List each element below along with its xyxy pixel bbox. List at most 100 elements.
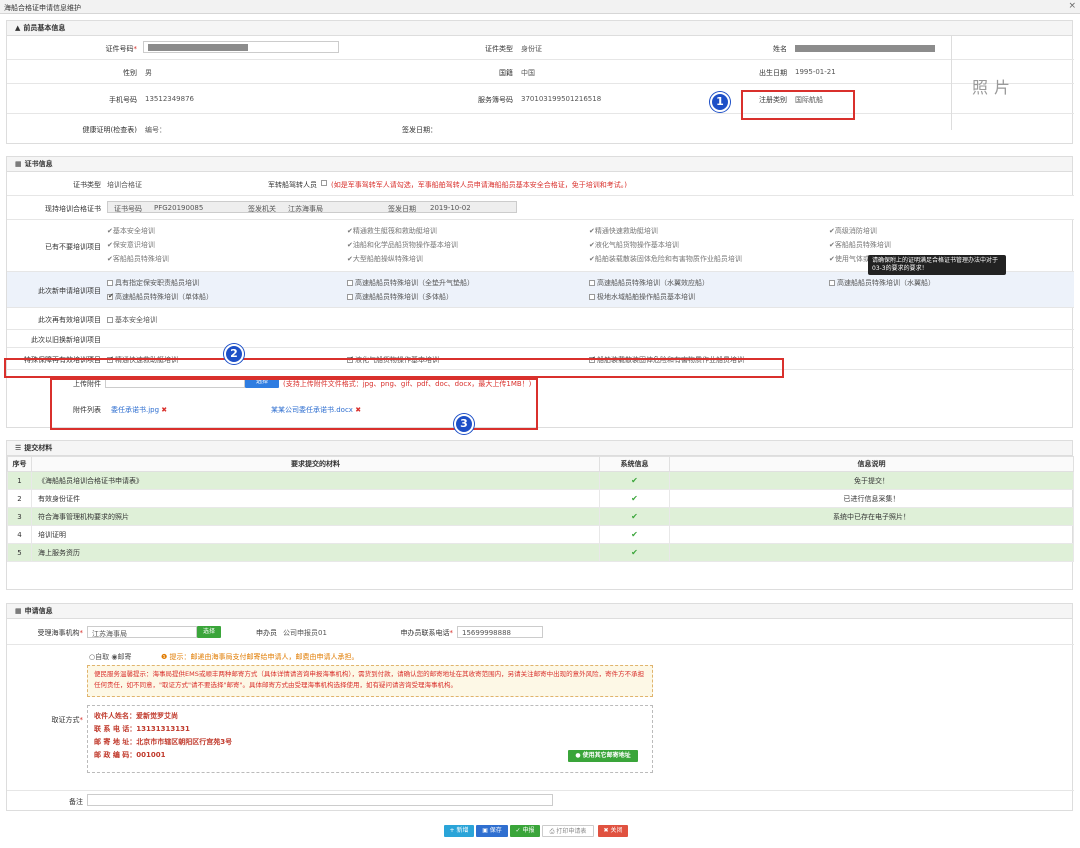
materials-panel: ☰ 提交材料 序号 要求提交的材料 系统信息 信息说明 1 《海船船员培训合格证书申… [6, 440, 1074, 590]
exempt-item: ✔大型船舶操纵特殊培训 [347, 255, 423, 263]
action-bar: + 新增 ▣ 保存 ✓ 申报 ⎙ 打印申请表 ✖ 关闭 [444, 825, 684, 838]
agent-phone-input[interactable]: 15699998888 [457, 626, 543, 638]
id-number-input[interactable] [143, 41, 339, 53]
close-icon[interactable]: × [1068, 1, 1076, 11]
materials-table: 序号 要求提交的材料 系统信息 信息说明 1 《海船船员培训合格证书申请表》 ✔ 免于… [7, 456, 1074, 562]
row-gender: 性别 男 国籍 中国 出生日期 1995-01-21 [7, 60, 1074, 84]
table-cell: 2 [7, 489, 32, 508]
new-item-checkbox[interactable] [589, 294, 595, 300]
table-cell: 《海船船员培训合格证书申请表》 [31, 471, 600, 490]
window-titlebar: 海船合格证申请信息维护 × [0, 0, 1080, 14]
table-cell: ✔ [599, 489, 670, 508]
table-cell: 有效身份证件 [31, 489, 600, 508]
window-title: 海船合格证申请信息维护 [4, 4, 81, 12]
step-badge-3: 3 [454, 414, 474, 434]
table-row: 1 《海船船员培训合格证书申请表》 ✔ 免于提交！ [7, 471, 1074, 490]
org-input[interactable]: 江苏海事局 [87, 626, 197, 638]
transfer-checkbox[interactable] [321, 180, 327, 186]
table-cell: ✔ [599, 507, 670, 526]
table-cell: 免于提交！ [669, 471, 1074, 490]
row-health: 健康证明(检查表) 编号： 签发日期： [82, 126, 437, 134]
new-item-checkbox[interactable] [347, 294, 353, 300]
table-row: 4 培训证明 ✔ [7, 525, 1074, 544]
tooltip: 请确保附上的证明满足合格证书管理办法中对于03-3的要求的要求！ [868, 255, 1006, 275]
step-badge-1: 1 [710, 92, 730, 112]
name-redacted [795, 45, 935, 52]
exempt-item: ✔精通快速救助艇培训 [589, 227, 658, 235]
new-item[interactable]: 高速船船员特殊培训（全垫升气垫船） [347, 278, 474, 288]
table-cell: 系统中已存在电子照片！ [669, 507, 1074, 526]
new-item-checkbox[interactable] [589, 280, 595, 286]
table-row: 3 符合海事管理机构要求的照片 ✔ 系统中已存在电子照片！ [7, 507, 1074, 526]
user-icon: ▲ [15, 24, 21, 32]
row-phone: 手机号码 13512349876 服务簿号码 37010319950121651… [7, 84, 1074, 114]
basic-info-header: ▲ 前员基本信息 [7, 21, 1072, 36]
org-choose-button[interactable]: 选择 [197, 626, 221, 638]
add-button[interactable]: + 新增 [444, 825, 474, 837]
new-item[interactable]: 高速船船员特殊培训（多体船） [347, 292, 453, 302]
apply-button[interactable]: ✓ 申报 [510, 825, 540, 837]
remark-input[interactable] [87, 794, 553, 806]
table-cell [669, 543, 1074, 562]
new-item-checkbox[interactable] [829, 280, 835, 286]
certificate-icon: ▦ [15, 160, 22, 168]
new-item[interactable]: 高速船船员特殊培训（水翼船） [829, 278, 935, 288]
table-cell: ✔ [599, 543, 670, 562]
table-cell: 符合海事管理机构要求的照片 [31, 507, 600, 526]
highlight-box-1 [741, 90, 855, 120]
mail-notice: 便民服务温馨提示：海事局提供EMS或顺丰两种邮寄方式（具体详情请咨询申报海事机构… [87, 665, 653, 697]
table-cell: 4 [7, 525, 32, 544]
save-button[interactable]: ▣ 保存 [476, 825, 508, 837]
table-cell: 海上服务资历 [31, 543, 600, 562]
new-item-checkbox[interactable] [347, 280, 353, 286]
close-button[interactable]: ✖ 关闭 [598, 825, 628, 837]
exempt-item: ✔高级消防培训 [829, 227, 877, 235]
table-cell [669, 525, 1074, 544]
new-item[interactable]: 高速船船员特殊培训（单体船） [107, 292, 213, 302]
table-cell: 已进行信息采集！ [669, 489, 1074, 508]
new-item[interactable]: 高速船船员特殊培训（水翼效应船） [589, 278, 709, 288]
table-row: 2 有效身份证件 ✔ 已进行信息采集！ [7, 489, 1074, 508]
row-old: 此次以旧换新培训项目 [7, 330, 1074, 348]
table-row: 5 海上服务资历 ✔ [7, 543, 1074, 562]
print-button[interactable]: ⎙ 打印申请表 [542, 825, 594, 837]
new-item-checkbox[interactable] [107, 292, 114, 300]
new-item[interactable]: 具有指定保安职责船员培训 [107, 278, 199, 288]
table-cell: ✔ [599, 525, 670, 544]
exempt-item: ✔客船船员特殊培训 [107, 255, 169, 263]
form-icon: ▦ [15, 607, 22, 615]
table-cell: 1 [7, 471, 32, 490]
new-item-checkbox[interactable] [107, 280, 113, 286]
print-icon: ⎙ [549, 828, 555, 835]
other-address-button[interactable]: ● 使用其它邮寄地址 [568, 750, 638, 762]
row-renew: 此次再有效培训项目 基本安全培训 [7, 308, 1074, 330]
new-item[interactable]: 极地水域船舶操作船员基本培训 [589, 292, 695, 302]
exempt-item: ✔基本安全培训 [107, 227, 155, 235]
row-new: 此次新申请培训项目 具有指定保安职责船员培训 高速船船员特殊培训（全垫升气垫船）高… [7, 272, 1074, 308]
apply-panel: ▦ 申请信息 受理海事机构* 江苏海事局 选择 申办员 公司申报员01 申办员联系… [6, 603, 1074, 811]
cert-info-header: ▦ 证书信息 [7, 157, 1072, 172]
basic-info-panel: ▲ 前员基本信息 证件号码* 证件类型 身份证 姓名 性别 男 国籍 中国 出生日… [6, 20, 1074, 144]
address-card: 收件人姓名：爱新觉罗艾尚 联 系 电 话：13131313131 邮 寄 地 址… [87, 705, 653, 773]
location-icon: ● [575, 752, 581, 759]
row-cert-type: 证书类型 培训合格证 军转船驾转人员 (如是军事驾转军人请勾选，军事船舶驾转人员… [7, 172, 1074, 196]
apply-header: ▦ 申请信息 [7, 604, 1072, 619]
list-icon: ☰ [15, 444, 22, 452]
materials-header: ☰ 提交材料 [7, 441, 1072, 456]
step-badge-2: 2 [224, 344, 244, 364]
row-id: 证件号码* 证件类型 身份证 姓名 [7, 36, 1074, 60]
table-cell: 3 [7, 507, 32, 526]
renew-checkbox[interactable] [107, 317, 113, 323]
exempt-item: ✔精通救生艇筏和救助艇培训 [347, 227, 437, 235]
table-cell: ✔ [599, 471, 670, 490]
exempt-item: ✔液化气船货物操作基本培训 [589, 241, 679, 249]
photo-placeholder: 照片 [951, 36, 1029, 130]
row-pickup: 取证方式* ○自取 ◉邮寄 ❶ 提示：邮递由海事局支付邮寄给申请人，邮费由申请人… [7, 645, 1074, 791]
table-cell: 5 [7, 543, 32, 562]
row-remark: 备注 [7, 791, 1074, 811]
highlight-box-2 [4, 358, 784, 378]
table-cell: 培训证明 [31, 525, 600, 544]
row-hold-cert: 现持培训合格证书 证书号码 PFG20190085 签发机关 江苏海事局 签发日… [7, 196, 1074, 220]
exempt-item: ✔保安意识培训 [107, 241, 155, 249]
row-org: 受理海事机构* 江苏海事局 选择 申办员 公司申报员01 申办员联系电话* 15… [7, 619, 1074, 645]
